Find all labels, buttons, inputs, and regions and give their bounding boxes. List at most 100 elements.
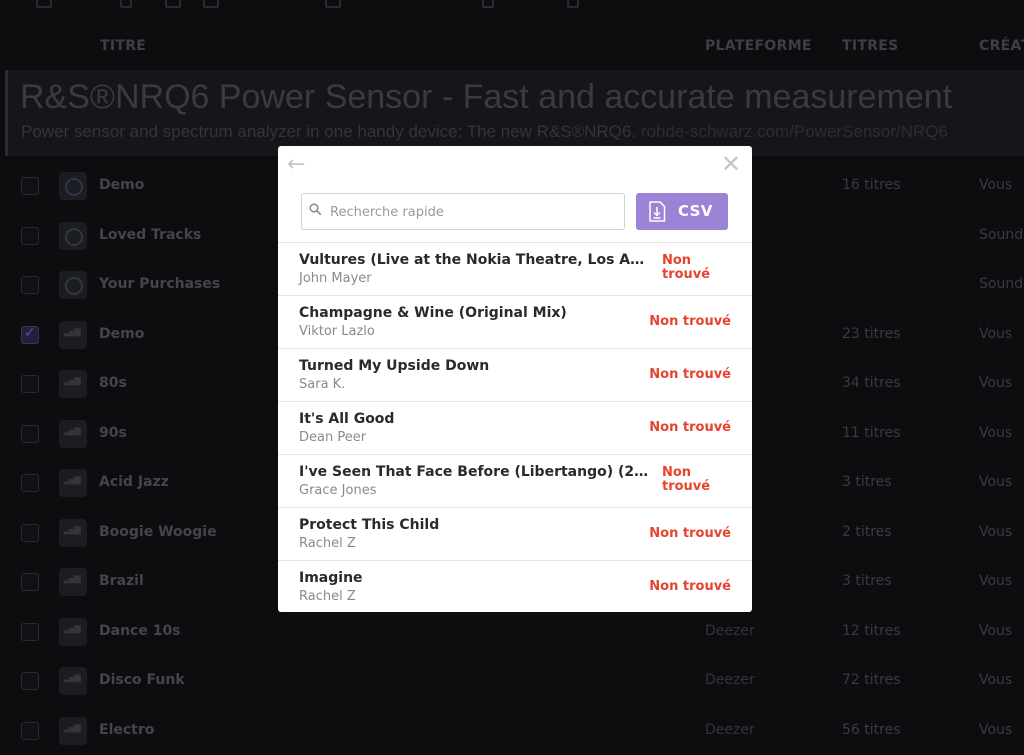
toolbar-action-icon[interactable] xyxy=(203,0,219,8)
track-title: Vultures (Live at the Nokia Theatre, Los… xyxy=(299,252,653,268)
row-checkbox[interactable] xyxy=(21,524,39,542)
toolbar-action-icon[interactable] xyxy=(165,0,181,8)
ad-link[interactable]: rohde-schwarz.com/PowerSensor/NRQ6 xyxy=(641,122,948,141)
row-creator: Vous xyxy=(979,722,1012,738)
row-checkbox[interactable] xyxy=(21,227,39,245)
table-header: TITRE PLATEFORME TITRES CRÉAT xyxy=(0,30,1024,66)
status-badge: Non trouvé xyxy=(649,579,731,594)
row-creator: Vous xyxy=(979,474,1012,490)
row-checkbox[interactable] xyxy=(21,623,39,641)
track-artist: Rachel Z xyxy=(299,589,356,604)
row-platform: Deezer xyxy=(705,623,755,639)
list-item[interactable]: Protect This Child Rachel Z Non trouvé xyxy=(278,508,752,561)
row-checkbox[interactable] xyxy=(21,276,39,294)
table-row[interactable]: ElectroDeezer56 titresVous xyxy=(0,706,1024,755)
row-creator: Vous xyxy=(979,573,1012,589)
playlist-cover-icon xyxy=(59,222,87,250)
table-row[interactable]: Disco FunkDeezer72 titresVous xyxy=(0,656,1024,706)
list-item[interactable]: Champagne & Wine (Original Mix) Viktor La… xyxy=(278,296,752,349)
toolbar-action-icon[interactable] xyxy=(120,0,132,8)
search-icon xyxy=(309,203,321,215)
status-badge: Non trouvé xyxy=(649,314,731,329)
status-badge: Non trouvé xyxy=(649,526,731,541)
column-platform[interactable]: PLATEFORME xyxy=(705,38,812,54)
row-title: Disco Funk xyxy=(99,672,185,688)
row-checkbox[interactable] xyxy=(21,573,39,591)
tracks-not-found-modal: ← ✕ CSV Vultures (Live at the Nokia Thea… xyxy=(278,146,752,612)
row-count: 72 titres xyxy=(842,672,901,688)
back-arrow-icon[interactable]: ← xyxy=(287,152,305,177)
track-artist: John Mayer xyxy=(299,271,372,286)
row-checkbox[interactable] xyxy=(21,326,39,344)
bars-icon xyxy=(59,420,87,448)
track-artist: Sara K. xyxy=(299,377,345,392)
row-title: 90s xyxy=(99,425,127,441)
ad-subtitle: Power sensor and spectrum analyzer in on… xyxy=(21,122,948,142)
row-count: 3 titres xyxy=(842,573,892,589)
row-title: Boogie Woogie xyxy=(99,524,217,540)
playlist-cover-icon xyxy=(59,271,87,299)
row-checkbox[interactable] xyxy=(21,177,39,195)
search-input[interactable] xyxy=(328,194,622,231)
row-creator: Vous xyxy=(979,623,1012,639)
table-row[interactable]: Dance 10s Deezer 12 titres Vous xyxy=(0,607,1024,657)
status-badge: Non trouvé xyxy=(649,367,731,382)
track-title: Protect This Child xyxy=(299,517,639,533)
bars-icon xyxy=(59,717,87,745)
list-item[interactable]: Vultures (Live at the Nokia Theatre, Los… xyxy=(278,243,752,296)
track-artist: Viktor Lazlo xyxy=(299,324,375,339)
bars-icon xyxy=(59,519,87,547)
column-creator[interactable]: CRÉAT xyxy=(979,38,1024,54)
track-list: Vultures (Live at the Nokia Theatre, Los… xyxy=(278,242,752,612)
row-title: Demo xyxy=(99,326,144,342)
row-checkbox[interactable] xyxy=(21,474,39,492)
status-badge: Non trouvé xyxy=(649,420,731,435)
toolbar xyxy=(0,0,1024,8)
row-count: 11 titres xyxy=(842,425,901,441)
toolbar-action-icon[interactable] xyxy=(567,0,579,8)
track-title: Turned My Upside Down xyxy=(299,358,639,374)
row-count: 34 titres xyxy=(842,375,901,391)
bars-icon xyxy=(59,370,87,398)
advertisement-banner[interactable]: R&S®NRQ6 Power Sensor - Fast and accurat… xyxy=(5,70,1024,156)
row-count: 12 titres xyxy=(842,623,901,639)
row-checkbox[interactable] xyxy=(21,672,39,690)
quick-search xyxy=(301,193,625,230)
column-count[interactable]: TITRES xyxy=(842,38,899,54)
status-badge: Non trouvé xyxy=(662,466,722,494)
close-icon[interactable]: ✕ xyxy=(721,150,741,178)
row-creator: Vous xyxy=(979,524,1012,540)
row-title: Dance 10s xyxy=(99,623,181,639)
row-checkbox[interactable] xyxy=(21,375,39,393)
row-title: Your Purchases xyxy=(99,276,220,292)
toolbar-action-icon[interactable] xyxy=(325,0,341,8)
csv-export-button[interactable]: CSV xyxy=(636,193,728,230)
track-title: Champagne & Wine (Original Mix) xyxy=(299,305,639,321)
list-item[interactable]: I've Seen That Face Before (Libertango) … xyxy=(278,455,752,508)
track-title: Imagine xyxy=(299,570,639,586)
row-title: Brazil xyxy=(99,573,144,589)
row-count: 2 titres xyxy=(842,524,892,540)
row-title: Electro xyxy=(99,722,154,738)
row-title: Demo xyxy=(99,177,144,193)
bars-icon xyxy=(59,667,87,695)
list-item[interactable]: Imagine Rachel Z Non trouvé xyxy=(278,561,752,612)
row-creator: Vous xyxy=(979,425,1012,441)
bars-icon xyxy=(59,618,87,646)
column-title[interactable]: TITRE xyxy=(100,38,146,54)
row-title: Loved Tracks xyxy=(99,227,201,243)
csv-label: CSV xyxy=(678,202,713,220)
track-title: I've Seen That Face Before (Libertango) … xyxy=(299,464,653,480)
track-artist: Rachel Z xyxy=(299,536,356,551)
track-artist: Grace Jones xyxy=(299,483,376,498)
list-item[interactable]: Turned My Upside Down Sara K. Non trouvé xyxy=(278,349,752,402)
row-checkbox[interactable] xyxy=(21,425,39,443)
toolbar-action-icon[interactable] xyxy=(482,0,494,8)
row-creator: Soundi xyxy=(979,276,1024,292)
row-title: Acid Jazz xyxy=(99,474,169,490)
toolbar-checkbox-icon[interactable] xyxy=(36,0,52,8)
list-item[interactable]: It's All GoodDean PeerNon trouvé xyxy=(278,402,752,455)
row-count: 3 titres xyxy=(842,474,892,490)
ad-title[interactable]: R&S®NRQ6 Power Sensor - Fast and accurat… xyxy=(20,78,952,117)
row-creator: Soundi xyxy=(979,227,1024,243)
